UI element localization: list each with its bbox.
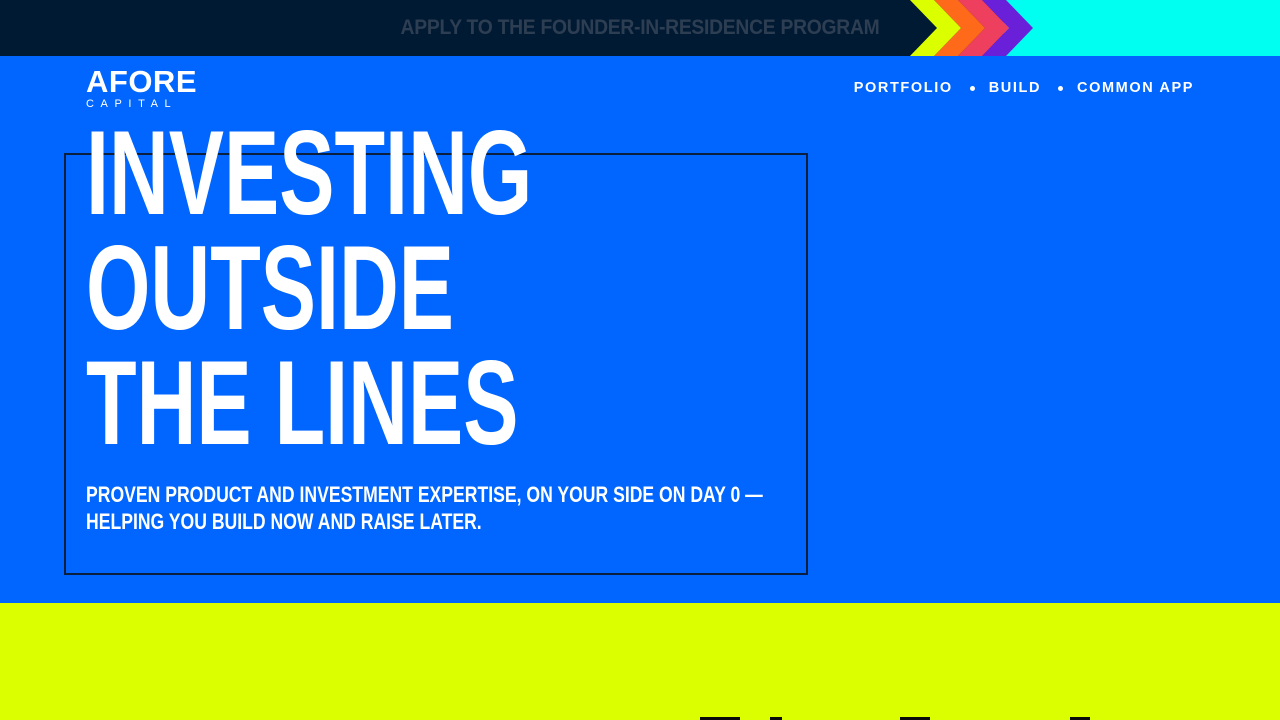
nav-portfolio-link[interactable]: PORTFOLIO bbox=[854, 80, 953, 96]
nav-build-link[interactable]: BUILD bbox=[989, 80, 1041, 96]
page: APPLY TO THE FOUNDER-IN-RESIDENCE PROGRA… bbox=[0, 0, 1280, 720]
main-nav: PORTFOLIO BUILD COMMON APP bbox=[854, 78, 1194, 98]
hero-subtext: PROVEN PRODUCT AND INVESTMENT EXPERTISE,… bbox=[86, 481, 870, 535]
cyan-accent-block bbox=[1004, 0, 1280, 56]
nav-separator-dot bbox=[969, 85, 975, 91]
subtext-line-2: HELPING YOU BUILD NOW AND RAISE LATER. bbox=[86, 509, 482, 534]
chevron-stripes-graphic bbox=[910, 0, 1280, 56]
nav-separator-dot bbox=[1058, 85, 1064, 91]
logo-wordmark: AFORE bbox=[86, 64, 197, 99]
headline-line-3: THE LINES bbox=[86, 336, 519, 470]
headline-line-1: INVESTING bbox=[86, 106, 533, 240]
headline-line-2: OUTSIDE bbox=[86, 221, 455, 355]
hero-headline: INVESTING OUTSIDE THE LINES bbox=[86, 106, 533, 470]
nav-common-app-link[interactable]: COMMON APP bbox=[1077, 80, 1194, 96]
announcement-banner[interactable]: APPLY TO THE FOUNDER-IN-RESIDENCE PROGRA… bbox=[0, 0, 1280, 56]
lower-section bbox=[0, 603, 1280, 720]
subtext-line-1: PROVEN PRODUCT AND INVESTMENT EXPERTISE,… bbox=[86, 482, 763, 507]
